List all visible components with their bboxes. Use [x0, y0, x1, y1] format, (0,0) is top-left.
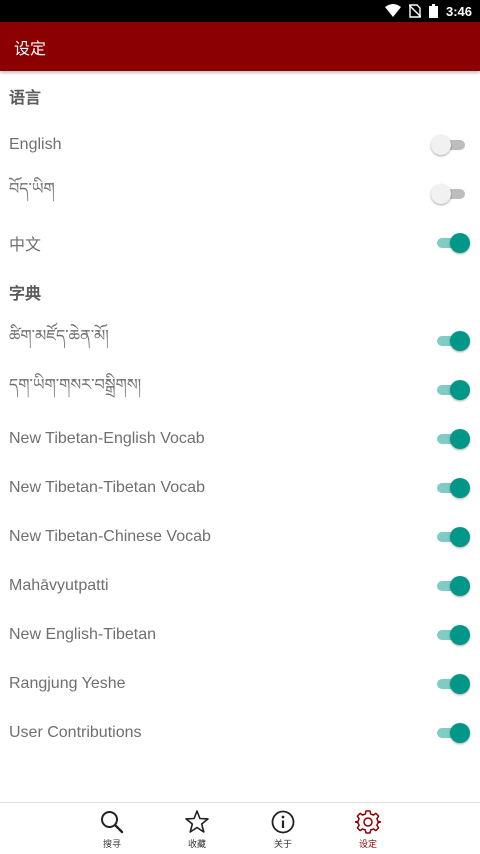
nav-item-favorites[interactable]: 收藏 — [167, 809, 227, 853]
status-time: 3:46 — [445, 3, 472, 19]
nav-item-about[interactable]: 关于 — [253, 809, 313, 853]
toggle-switch[interactable] — [434, 379, 470, 400]
setting-row-dictionary[interactable]: དག་ཡིག་གསར་བསྒྲིགས། — [0, 365, 480, 414]
setting-row-dictionary[interactable]: Mahāvyutpatti — [0, 561, 480, 610]
nav-label: 关于 — [273, 839, 292, 849]
setting-label: ཚིག་མཛོད་ཆེན་མོ། — [9, 328, 109, 345]
battery-icon — [428, 4, 438, 18]
section-header-language: 语言 — [9, 89, 42, 107]
star-icon — [185, 810, 209, 833]
search-icon — [101, 811, 124, 834]
setting-label: Rangjung Yeshe — [9, 674, 126, 692]
toggle-switch[interactable] — [434, 575, 470, 596]
nav-label: 搜寻 — [102, 839, 121, 849]
setting-label: བོད་ཡིག — [9, 181, 55, 198]
toggle-switch-chinese[interactable] — [434, 232, 470, 253]
nav-label: 收藏 — [187, 839, 206, 849]
bottom-nav: 搜寻 收藏 关于 设定 — [0, 802, 480, 854]
setting-label: 中文 — [9, 236, 42, 254]
toggle-switch[interactable] — [434, 428, 470, 449]
gear-icon — [355, 810, 381, 834]
no-sim-icon — [408, 4, 421, 18]
nav-item-search[interactable]: 搜寻 — [82, 809, 142, 853]
status-bar: 3:46 — [0, 0, 480, 22]
setting-row-dictionary[interactable]: User Contributions — [0, 708, 480, 757]
setting-row-dictionary[interactable]: New English-Tibetan — [0, 610, 480, 659]
toggle-switch-tibetan[interactable] — [431, 183, 468, 204]
toggle-switch[interactable] — [434, 624, 470, 645]
info-icon — [271, 810, 295, 834]
toggle-switch-english[interactable] — [431, 134, 468, 155]
toggle-switch[interactable] — [434, 673, 470, 694]
setting-row-english[interactable]: English — [0, 120, 480, 169]
setting-label: User Contributions — [9, 723, 142, 741]
page-title: 设定 — [14, 40, 47, 58]
setting-row-tibetan[interactable]: བོད་ཡིག — [0, 169, 480, 218]
setting-row-chinese[interactable]: 中文 — [0, 218, 480, 267]
wifi-icon — [384, 4, 401, 18]
setting-label: New Tibetan-Chinese Vocab — [9, 527, 211, 545]
setting-label: Mahāvyutpatti — [9, 576, 109, 594]
setting-label: New Tibetan-English Vocab — [9, 429, 205, 447]
setting-label: New Tibetan-Tibetan Vocab — [9, 478, 205, 496]
toggle-switch[interactable] — [434, 330, 470, 351]
setting-label: New English-Tibetan — [9, 625, 157, 643]
setting-row-dictionary[interactable]: New Tibetan-Chinese Vocab — [0, 512, 480, 561]
setting-row-dictionary[interactable]: ཚིག་མཛོད་ཆེན་མོ། — [0, 316, 480, 365]
toggle-switch[interactable] — [434, 477, 470, 498]
setting-label: དག་ཡིག་གསར་བསྒྲིགས། — [9, 377, 142, 394]
setting-row-dictionary[interactable]: Rangjung Yeshe — [0, 659, 480, 708]
setting-row-dictionary[interactable]: New Tibetan-English Vocab — [0, 414, 480, 463]
settings-list: 语言 English བོད་ཡིག 中文 字典 ཚིག་མཛོད་ཆེན་མོ… — [0, 71, 480, 757]
setting-row-dictionary[interactable]: New Tibetan-Tibetan Vocab — [0, 463, 480, 512]
setting-label: English — [9, 135, 62, 153]
nav-label: 设定 — [358, 839, 377, 849]
app-bar: 设定 — [0, 22, 480, 71]
nav-item-settings[interactable]: 设定 — [338, 809, 398, 853]
toggle-switch[interactable] — [434, 526, 470, 547]
section-header-dictionary: 字典 — [9, 285, 42, 303]
toggle-switch[interactable] — [434, 722, 470, 743]
